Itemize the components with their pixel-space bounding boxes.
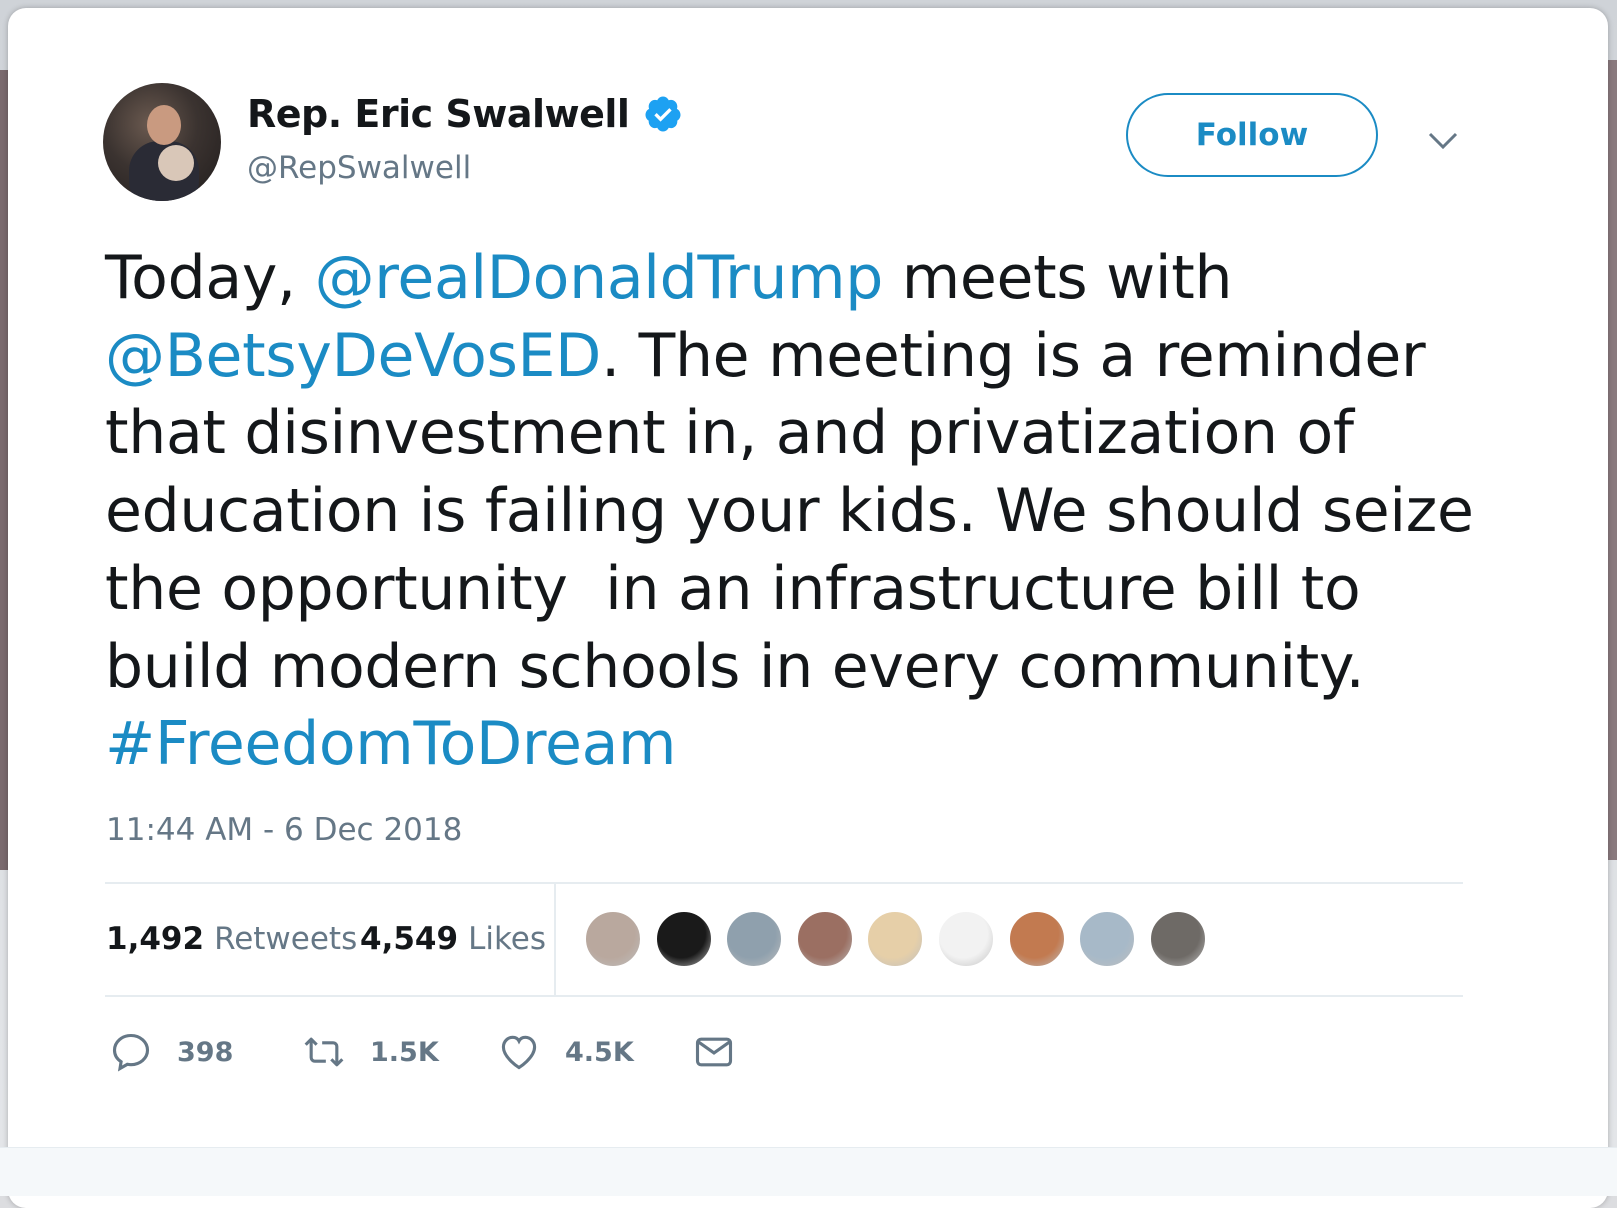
tweet-text-segment: Today, <box>105 243 315 313</box>
like-count: 4.5K <box>565 1036 634 1068</box>
divider-bottom <box>105 995 1463 997</box>
retweet-icon <box>304 1037 344 1067</box>
tweet-link[interactable]: @BetsyDeVosED <box>105 321 601 391</box>
reply-action[interactable]: 398 <box>109 1030 233 1074</box>
avatar-child-shape <box>158 145 194 181</box>
avatar[interactable] <box>103 83 221 201</box>
heart-icon <box>501 1035 537 1070</box>
avatar-face-shape <box>147 105 181 145</box>
retweets-count: 1,492 <box>106 921 205 957</box>
user-handle[interactable]: @RepSwalwell <box>247 150 471 186</box>
tweet-timestamp[interactable]: 11:44 AM - 6 Dec 2018 <box>106 812 462 848</box>
retweet-action[interactable]: 1.5K <box>302 1030 439 1074</box>
card-footer-bar <box>0 1147 1617 1196</box>
liker-avatar[interactable] <box>725 910 784 968</box>
liker-avatar[interactable] <box>654 910 713 968</box>
retweets-stat[interactable]: 1,492 Retweets <box>106 921 357 957</box>
display-name[interactable]: Rep. Eric Swalwell <box>247 92 630 136</box>
liker-avatars <box>584 910 1219 968</box>
chevron-down-icon[interactable] <box>1427 128 1459 152</box>
direct-message-action[interactable] <box>692 1030 736 1074</box>
liker-avatar[interactable] <box>1148 910 1207 968</box>
reply-icon <box>112 1033 150 1072</box>
likes-count: 4,549 <box>360 921 459 957</box>
tweet-link[interactable]: #FreedomToDream <box>105 709 676 779</box>
retweets-label: Retweets <box>214 921 358 957</box>
envelope-icon <box>695 1037 733 1067</box>
likes-label: Likes <box>468 921 547 957</box>
tweet-text: Today, @realDonaldTrump meets with @Bets… <box>105 240 1515 784</box>
liker-avatar[interactable] <box>1007 910 1066 968</box>
liker-avatar[interactable] <box>1078 910 1137 968</box>
reply-count: 398 <box>177 1036 234 1068</box>
user-name-row: Rep. Eric Swalwell <box>247 92 683 136</box>
liker-avatar[interactable] <box>795 910 854 968</box>
liker-avatar[interactable] <box>584 910 642 968</box>
verified-badge-icon <box>645 96 681 132</box>
divider-top <box>105 882 1463 884</box>
retweet-count: 1.5K <box>370 1036 439 1068</box>
liker-avatar[interactable] <box>866 910 925 968</box>
follow-button[interactable]: Follow <box>1126 93 1378 177</box>
stats-vertical-divider <box>554 884 556 996</box>
liker-avatar[interactable] <box>936 910 995 968</box>
like-action[interactable]: 4.5K <box>497 1030 634 1074</box>
tweet-link[interactable]: @realDonaldTrump <box>315 243 884 313</box>
tweet-text-segment: meets with <box>901 243 1233 313</box>
likes-stat[interactable]: 4,549 Likes <box>360 921 546 957</box>
